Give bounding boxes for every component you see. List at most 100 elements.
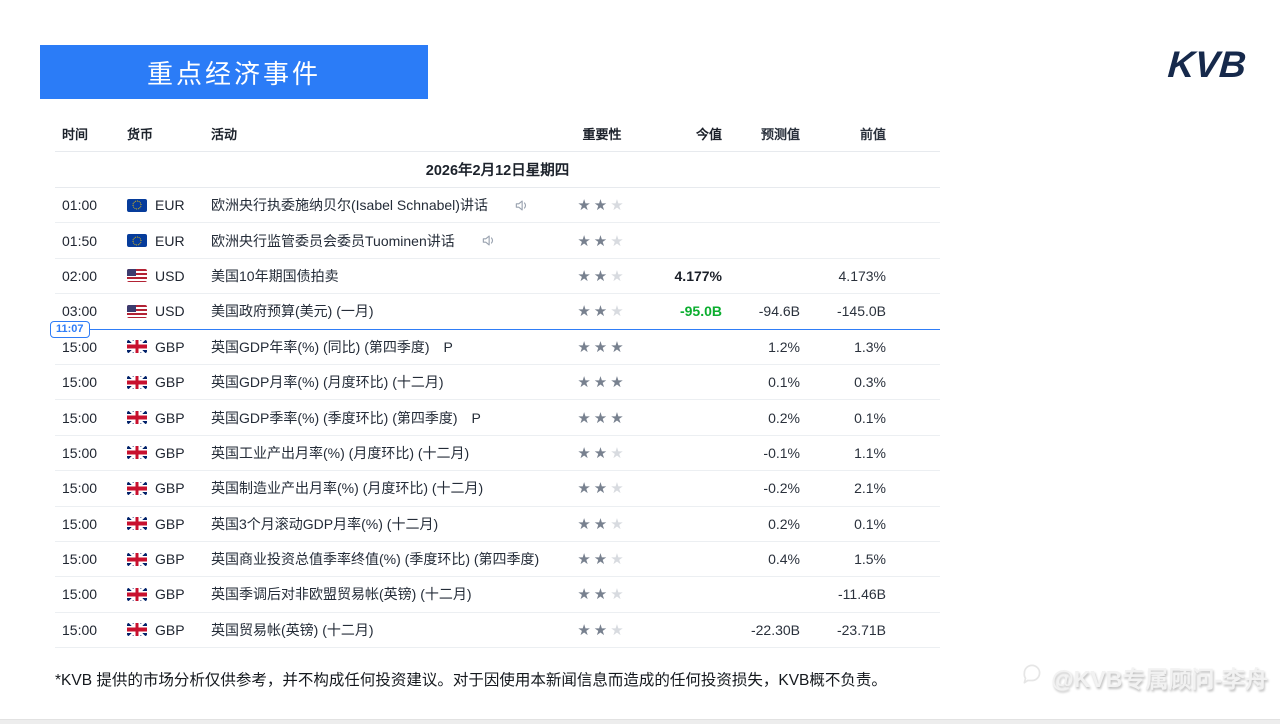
actual-value: 4.177% xyxy=(662,268,722,284)
current-time-marker: 11:07 xyxy=(55,329,940,330)
column-header-currency: 货币 xyxy=(123,124,211,143)
page-title: 重点经济事件 xyxy=(147,54,321,91)
previous-value: -145.0B xyxy=(800,303,886,319)
event-activity: 欧洲央行执委施纳贝尔(Isabel Schnabel)讲话 xyxy=(211,195,542,215)
activity-label: 英国制造业产出月率(%) (月度环比) (十二月) xyxy=(211,478,483,498)
currency-code: GBP xyxy=(155,622,185,638)
activity-label: 英国工业产出月率(%) (月度环比) (十二月) xyxy=(211,443,469,463)
importance-stars: ★★★ xyxy=(542,444,662,462)
currency-code: GBP xyxy=(155,516,185,532)
activity-label: 英国季调后对非欧盟贸易帐(英镑) (十二月) xyxy=(211,584,472,604)
importance-stars: ★★★ xyxy=(542,196,662,214)
table-row: 03:00 USD 美国政府预算(美元) (一月) ★★★ -95.0B -94… xyxy=(55,294,940,329)
speaker-icon xyxy=(514,198,529,213)
page-title-banner: 重点经济事件 xyxy=(40,45,428,99)
event-time: 03:00 xyxy=(55,303,123,319)
table-row: 02:00 USD 美国10年期国债拍卖 ★★★ 4.177% 4.173% xyxy=(55,259,940,294)
table-row: 01:00 EUR 欧洲央行执委施纳贝尔(Isabel Schnabel)讲话 … xyxy=(55,188,940,223)
event-activity: 英国工业产出月率(%) (月度环比) (十二月) xyxy=(211,443,542,463)
table-row: 15:00 GBP 英国制造业产出月率(%) (月度环比) (十二月) ★★★ … xyxy=(55,471,940,506)
currency-flag-icon xyxy=(127,199,147,212)
event-time: 15:00 xyxy=(55,516,123,532)
event-activity: 英国3个月滚动GDP月率(%) (十二月) xyxy=(211,514,542,534)
importance-stars: ★★★ xyxy=(542,585,662,603)
importance-stars: ★★★ xyxy=(542,338,662,356)
currency-flag-icon xyxy=(127,482,147,495)
event-activity: 英国GDP年率(%) (同比) (第四季度) P xyxy=(211,337,542,357)
event-time: 01:00 xyxy=(55,197,123,213)
table-row: 15:00 GBP 英国季调后对非欧盟贸易帐(英镑) (十二月) ★★★ -11… xyxy=(55,577,940,612)
importance-stars: ★★★ xyxy=(542,267,662,285)
forecast-value: 0.2% xyxy=(722,410,800,426)
activity-label: 英国贸易帐(英镑) (十二月) xyxy=(211,620,374,640)
event-activity: 美国政府预算(美元) (一月) xyxy=(211,301,542,321)
preliminary-flag: P xyxy=(444,339,453,355)
activity-label: 欧洲央行执委施纳贝尔(Isabel Schnabel)讲话 xyxy=(211,195,488,215)
previous-value: 0.1% xyxy=(800,516,886,532)
forecast-value: 1.2% xyxy=(722,339,800,355)
currency-flag-icon xyxy=(127,376,147,389)
event-currency: EUR xyxy=(123,233,211,249)
actual-value: -95.0B xyxy=(662,303,722,319)
previous-value: 1.1% xyxy=(800,445,886,461)
watermark: @KVB专属顾问-李舟 xyxy=(1019,660,1268,694)
table-row: 15:00 GBP 英国工业产出月率(%) (月度环比) (十二月) ★★★ -… xyxy=(55,436,940,471)
speech-bubble-icon xyxy=(1019,661,1045,693)
table-row: 15:00 GBP 英国商业投资总值季率终值(%) (季度环比) (第四季度) … xyxy=(55,542,940,577)
activity-label: 英国GDP月率(%) (月度环比) (十二月) xyxy=(211,372,444,392)
column-header-activity: 活动 xyxy=(211,124,542,143)
previous-value: 1.3% xyxy=(800,339,886,355)
column-header-importance: 重要性 xyxy=(542,124,662,143)
previous-value: -23.71B xyxy=(800,622,886,638)
currency-flag-icon xyxy=(127,340,147,353)
event-time: 15:00 xyxy=(55,374,123,390)
currency-flag-icon xyxy=(127,517,147,530)
importance-stars: ★★★ xyxy=(542,373,662,391)
event-time: 02:00 xyxy=(55,268,123,284)
currency-flag-icon xyxy=(127,588,147,601)
currency-code: EUR xyxy=(155,197,185,213)
currency-code: EUR xyxy=(155,233,185,249)
event-currency: GBP xyxy=(123,622,211,638)
event-currency: GBP xyxy=(123,445,211,461)
activity-label: 英国3个月滚动GDP月率(%) (十二月) xyxy=(211,514,438,534)
importance-stars: ★★★ xyxy=(542,409,662,427)
table-row: 15:00 GBP 英国GDP年率(%) (同比) (第四季度) P ★★★ 1… xyxy=(55,330,940,365)
event-time: 15:00 xyxy=(55,551,123,567)
currency-flag-icon xyxy=(127,269,147,282)
forecast-value: -94.6B xyxy=(722,303,800,319)
event-currency: GBP xyxy=(123,339,211,355)
table-body: 01:00 EUR 欧洲央行执委施纳贝尔(Isabel Schnabel)讲话 … xyxy=(55,188,940,648)
previous-value: 0.1% xyxy=(800,410,886,426)
bottom-scroll-strip xyxy=(0,719,1280,724)
event-time: 01:50 xyxy=(55,233,123,249)
event-time: 15:00 xyxy=(55,410,123,426)
importance-stars: ★★★ xyxy=(542,515,662,533)
previous-value: 0.3% xyxy=(800,374,886,390)
currency-flag-icon xyxy=(127,553,147,566)
column-header-forecast: 预测值 xyxy=(722,124,800,143)
event-currency: GBP xyxy=(123,480,211,496)
event-activity: 美国10年期国债拍卖 xyxy=(211,266,542,286)
forecast-value: 0.1% xyxy=(722,374,800,390)
importance-stars: ★★★ xyxy=(542,550,662,568)
event-currency: USD xyxy=(123,303,211,319)
event-activity: 英国商业投资总值季率终值(%) (季度环比) (第四季度) P xyxy=(211,549,542,569)
currency-flag-icon xyxy=(127,305,147,318)
forecast-value: 0.2% xyxy=(722,516,800,532)
currency-code: USD xyxy=(155,268,185,284)
importance-stars: ★★★ xyxy=(542,302,662,320)
event-activity: 欧洲央行监管委员会委员Tuominen讲话 xyxy=(211,231,542,251)
event-currency: USD xyxy=(123,268,211,284)
currency-code: GBP xyxy=(155,445,185,461)
currency-code: GBP xyxy=(155,480,185,496)
table-row: 15:00 GBP 英国3个月滚动GDP月率(%) (十二月) ★★★ 0.2%… xyxy=(55,507,940,542)
speaker-icon xyxy=(481,233,496,248)
table-row: 15:00 GBP 英国GDP季率(%) (季度环比) (第四季度) P ★★★… xyxy=(55,400,940,435)
column-header-actual: 今值 xyxy=(662,124,722,143)
importance-stars: ★★★ xyxy=(542,232,662,250)
currency-flag-icon xyxy=(127,623,147,636)
previous-value: 1.5% xyxy=(800,551,886,567)
preliminary-flag: P xyxy=(472,410,481,426)
event-currency: GBP xyxy=(123,586,211,602)
